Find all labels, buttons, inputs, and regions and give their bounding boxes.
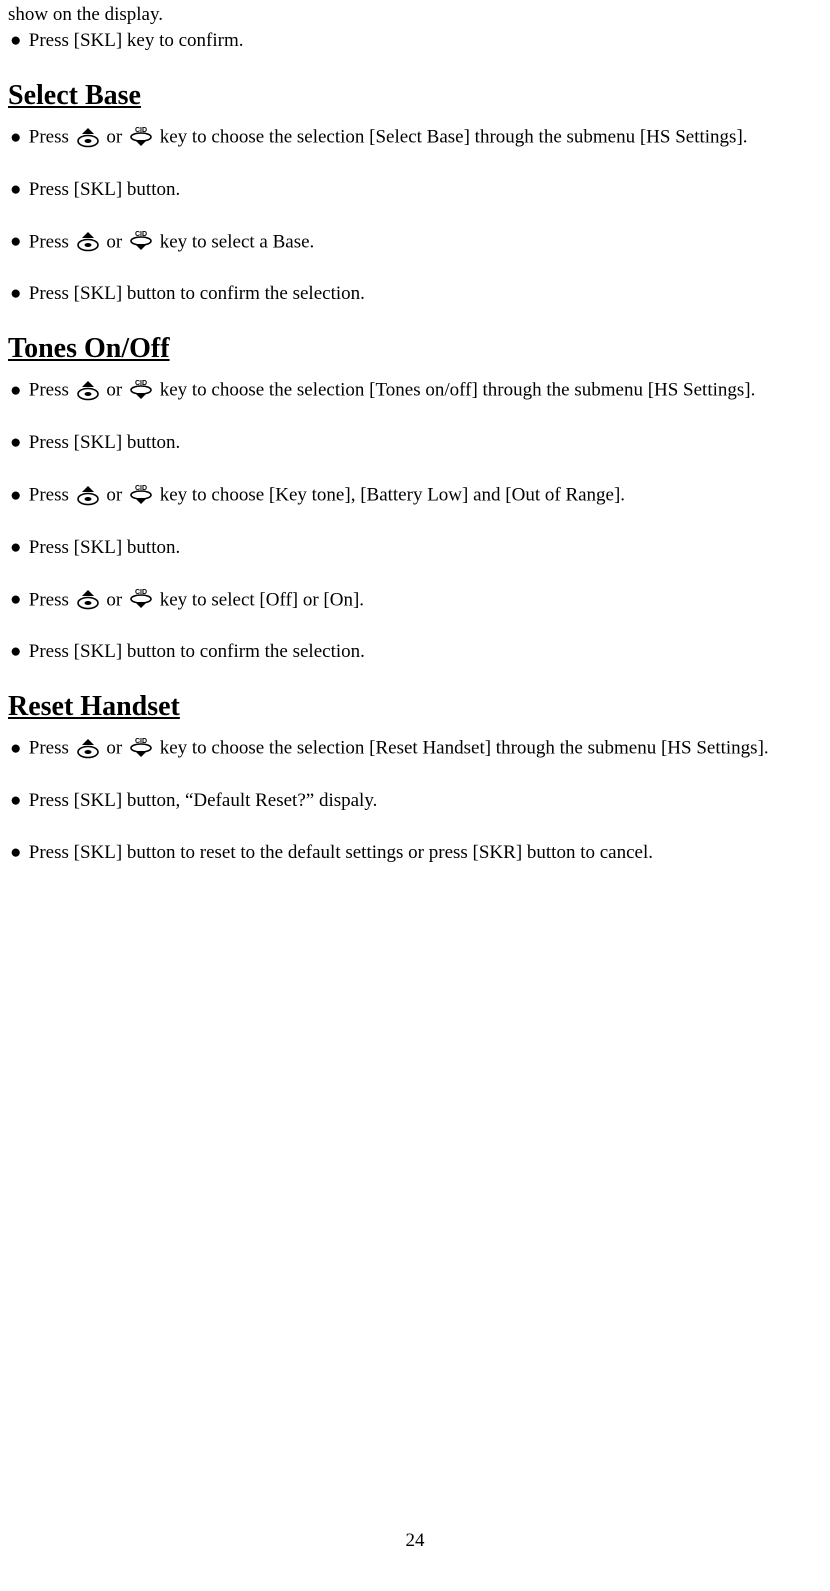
- instruction-item: ● Press [SKL] button.: [8, 179, 822, 201]
- section-heading: Select Base: [8, 80, 822, 112]
- intro-bullet: ● Press [SKL] key to confirm.: [8, 30, 822, 52]
- intro-text: show on the display.: [8, 4, 822, 26]
- instruction-item: ● Press [SKL] button to confirm the sele…: [8, 641, 822, 663]
- page-number: 24: [0, 1530, 830, 1552]
- instruction-item: ● Press or CID key to choose the selecti…: [8, 379, 822, 402]
- up-arrow-icon: [74, 126, 102, 148]
- down-arrow-cid-icon: CID: [127, 737, 155, 759]
- instruction-item: ● Press [SKL] button.: [8, 432, 822, 454]
- instruction-item: ● Press [SKL] button to reset to the def…: [8, 842, 822, 864]
- instruction-item: ● Press or CID key to choose [Key tone],…: [8, 484, 822, 507]
- section-heading: Reset Handset: [8, 691, 822, 723]
- up-arrow-icon: [74, 588, 102, 610]
- instruction-item: ● Press or CID key to select a Base.: [8, 231, 822, 254]
- instruction-item: ● Press or CID key to select [Off] or [O…: [8, 589, 822, 612]
- instruction-item: ● Press or CID key to choose the selecti…: [8, 126, 822, 149]
- up-arrow-icon: [74, 484, 102, 506]
- up-arrow-icon: [74, 737, 102, 759]
- down-arrow-cid-icon: CID: [127, 588, 155, 610]
- down-arrow-cid-icon: CID: [127, 379, 155, 401]
- up-arrow-icon: [74, 379, 102, 401]
- instruction-item: ● Press [SKL] button.: [8, 537, 822, 559]
- down-arrow-cid-icon: CID: [127, 126, 155, 148]
- down-arrow-cid-icon: CID: [127, 230, 155, 252]
- up-arrow-icon: [74, 230, 102, 252]
- instruction-item: ● Press [SKL] button to confirm the sele…: [8, 283, 822, 305]
- down-arrow-cid-icon: CID: [127, 484, 155, 506]
- instruction-item: ● Press [SKL] button, “Default Reset?” d…: [8, 790, 822, 812]
- section-heading: Tones On/Off: [8, 333, 822, 365]
- instruction-item: ● Press or CID key to choose the selecti…: [8, 737, 822, 760]
